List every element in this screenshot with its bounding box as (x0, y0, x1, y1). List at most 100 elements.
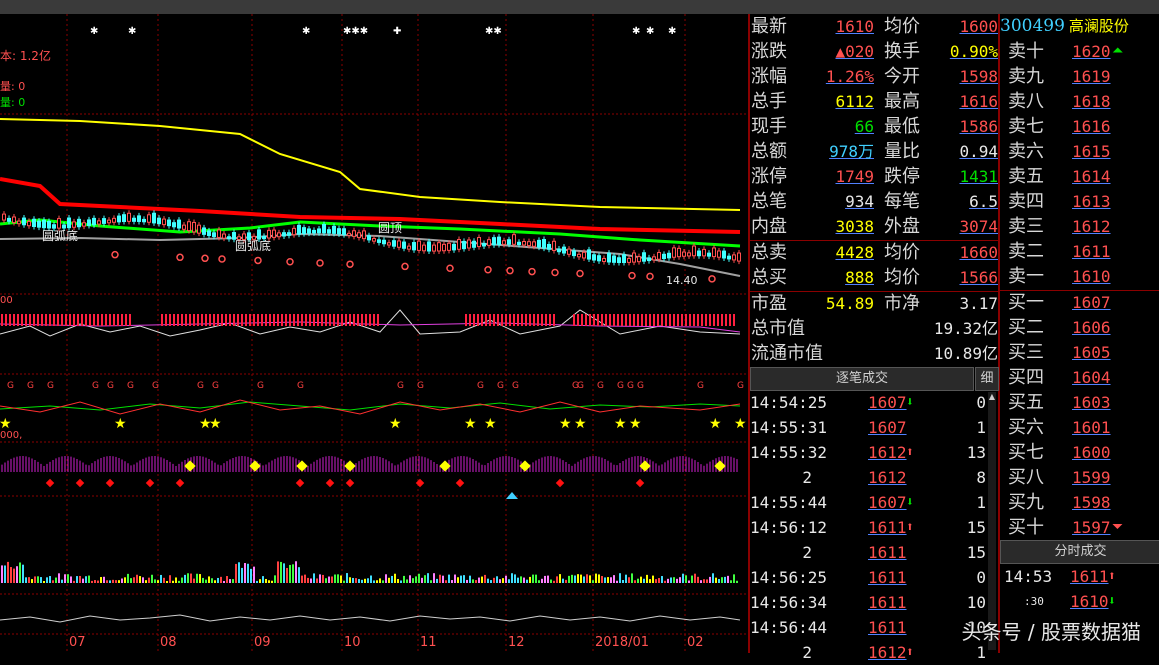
candle-body (147, 214, 151, 223)
sell-level[interactable]: 卖二 1611 (1000, 239, 1159, 264)
osc3-diamond (75, 478, 85, 488)
candle-body (112, 217, 116, 223)
trade-row[interactable]: 14:54:25 1607 ⬇ 0 (750, 390, 988, 415)
sell-level[interactable]: 卖七 1616 (1000, 114, 1159, 139)
buy-level[interactable]: 买九 1598 (1000, 490, 1159, 515)
candle-body (137, 215, 141, 222)
buy-level[interactable]: 买四 1604 (1000, 365, 1159, 390)
trade-row[interactable]: 14:56:25 1611 0 (750, 565, 988, 590)
candle-body (227, 236, 231, 240)
osc2-g-mark: G (512, 381, 519, 391)
order-book: 卖十 1620 ⏶ 卖九 1619 卖八 1618 卖七 1616 卖六 1615 卖五 1614 卖四 1… (1000, 39, 1159, 539)
trade-row[interactable]: 14:55:31 1607 1 (750, 415, 988, 440)
tick-trades-header[interactable]: 逐笔成交 (750, 367, 974, 391)
signal-circle (201, 254, 209, 263)
trade-row[interactable]: 14:56:12 1611 ⬆ 15 (750, 515, 988, 540)
trade-volume: 8 (976, 468, 986, 487)
sell-level[interactable]: 卖三 1612 (1000, 214, 1159, 239)
trade-row[interactable]: 2 1612 8 (750, 465, 988, 490)
candle-body (327, 229, 331, 234)
candle-body (657, 252, 661, 260)
candle-body (487, 239, 491, 246)
candle-body (692, 245, 696, 257)
sell-level[interactable]: 卖八 1618 (1000, 89, 1159, 114)
buy-level[interactable]: 买十 1597 ⏷ (1000, 515, 1159, 540)
trade-time: 14:56:34 (750, 593, 828, 612)
trade-row[interactable]: 14:55:32 1612 ⬆ 13 (750, 440, 988, 465)
osc2-star: ★ (209, 416, 222, 432)
buy-price: 1599 (1072, 468, 1111, 487)
buy-level[interactable]: 买七 1600 (1000, 440, 1159, 465)
buy-level[interactable]: 买六 1601 (1000, 415, 1159, 440)
scroll-up-icon[interactable]: ▲ (988, 392, 996, 401)
sell-level[interactable]: 卖十 1620 ⏶ (1000, 39, 1159, 64)
quote-row: 总卖 4428 均价 1660 (750, 240, 999, 265)
buy-label: 买三 (1008, 342, 1044, 363)
buy-price: 1605 (1072, 343, 1111, 362)
quote-value: 888 (845, 268, 874, 287)
quote-panel: 最新 1610 均价 1600 涨跌 ▲020 换手 0.90% 涨幅 1.26% 今开 1598 总手… (750, 14, 999, 364)
minute-trade-time: :30 (1024, 595, 1044, 608)
candle-body (392, 240, 396, 247)
trade-row[interactable]: 14:56:34 1611 10 (750, 590, 988, 615)
candle-body (7, 217, 11, 222)
trades-scrollbar[interactable]: ▲ (988, 392, 996, 650)
x-tick-label: 2018/01 (595, 635, 650, 650)
buy-level[interactable]: 买五 1603 (1000, 390, 1159, 415)
sell-level[interactable]: 卖六 1615 (1000, 139, 1159, 164)
candle-body (632, 252, 636, 263)
osc2-g-mark: G (107, 381, 114, 391)
minute-trades-header[interactable]: 分时成交 (1000, 540, 1159, 564)
sell-level[interactable]: 卖九 1619 (1000, 64, 1159, 89)
sell-level[interactable]: 卖一 1610 (1000, 264, 1159, 289)
candle-body (577, 253, 581, 258)
trade-row[interactable]: 14:56:44 1611 10 (750, 615, 988, 640)
candle-body (452, 243, 456, 251)
tick-detail-button[interactable]: 细 (975, 367, 999, 391)
candle-body (722, 250, 726, 259)
quote-value: 1586 (959, 117, 998, 136)
buy-level[interactable]: 买八 1599 (1000, 465, 1159, 490)
candle-body (727, 255, 731, 260)
osc3-diamond (325, 478, 335, 488)
minute-trade-row[interactable]: 14:53 1611 ⬆ (1000, 564, 1159, 589)
osc3-diamond (45, 478, 55, 488)
buy-level[interactable]: 买三 1605 (1000, 340, 1159, 365)
trade-direction-icon: ⬆ (906, 520, 914, 535)
sell-price: 1616 (1072, 117, 1111, 136)
osc2-g-mark: G (577, 381, 584, 391)
trade-time: 14:56:44 (750, 618, 828, 637)
osc2-g-mark: G (617, 381, 624, 391)
trade-direction-icon: ⬇ (906, 395, 914, 410)
marker-star: ✱✱✱ (343, 26, 368, 37)
trade-row[interactable]: 14:55:44 1607 ⬇ 1 (750, 490, 988, 515)
quote-label: 每笔 (884, 191, 920, 212)
buy-level[interactable]: 买一 1607 (1000, 290, 1159, 315)
buy-price: 1600 (1072, 443, 1111, 462)
x-tick-label: 08 (160, 635, 177, 650)
candle-body (192, 221, 196, 233)
marker-star: ✱ (90, 26, 98, 37)
buy-level[interactable]: 买二 1606 (1000, 315, 1159, 340)
candle-body (732, 254, 736, 261)
minute-trade-time: 14:53 (1004, 567, 1053, 586)
quote-value: 1431 (959, 167, 998, 186)
sell-level[interactable]: 卖五 1614 (1000, 164, 1159, 189)
candle-body (547, 243, 551, 250)
candle-body (322, 223, 326, 234)
osc3-diamond (455, 478, 465, 488)
kline-chart-area[interactable]: ✱ ✱ ✱ ✱✱✱ ✚ ✱✱ ✱ ✱ ✱ ★ ★ ★ ★ ★ ★ ★ ★ ★ ★ ★ ★ ★ G G G G G G… (0, 14, 748, 653)
sell-level[interactable]: 卖四 1613 (1000, 189, 1159, 214)
kline-chart-svg[interactable]: ✱ ✱ ✱ ✱✱✱ ✚ ✱✱ ✱ ✱ ✱ ★ ★ ★★ ★ ★ ★ ★ ★ ★ ★ ★ ★G G G G G G… (0, 14, 748, 653)
quote-value: 3074 (959, 217, 998, 236)
minute-trade-row[interactable]: :30 1610 ⬇ (1000, 589, 1159, 614)
candle-body (287, 232, 291, 236)
top-markers: ✱ ✱ ✱ ✱✱✱ ✚ ✱✱ ✱ ✱ ✱ (90, 26, 676, 37)
trade-row[interactable]: 2 1611 15 (750, 540, 988, 565)
watermark: 头条号 / 股票数据猫 (961, 620, 1141, 644)
tick-trades-list[interactable]: 14:54:25 1607 ⬇ 0 14:55:31 1607 1 14:55:32 1612 ⬆… (750, 390, 999, 662)
buy-arrow-icon: ⏷ (1112, 519, 1124, 535)
osc2-g-mark: G (637, 381, 644, 391)
quote-value: 6112 (835, 92, 874, 111)
valuation-label: 市盈 (751, 293, 787, 314)
